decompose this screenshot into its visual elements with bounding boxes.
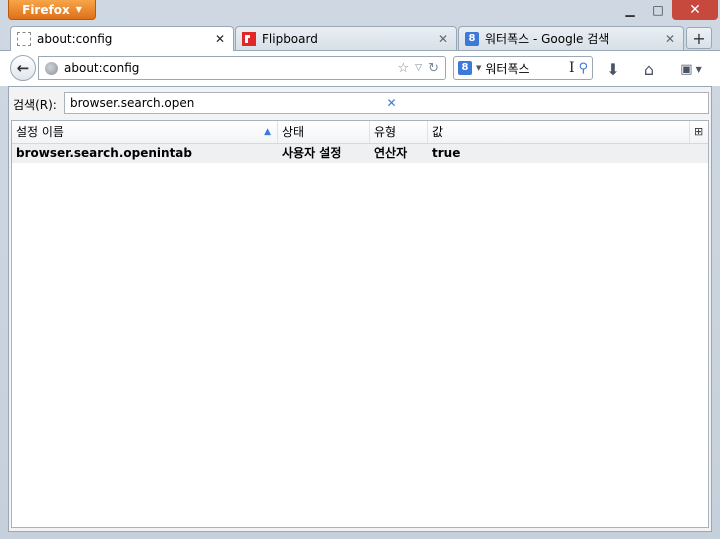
back-button[interactable]: ← xyxy=(10,55,36,81)
new-tab-button[interactable]: + xyxy=(686,27,712,49)
column-header-value[interactable]: 값 xyxy=(428,121,690,143)
history-dropdown-icon[interactable]: ▽ xyxy=(415,63,422,73)
search-bar[interactable]: 8 ▼ 워터폭스 I ⚲ xyxy=(453,56,593,80)
close-window-button[interactable]: ✕ xyxy=(672,0,718,20)
url-bar[interactable]: about:config ☆ ▽ ↻ xyxy=(38,56,446,80)
maximize-button[interactable]: □ xyxy=(644,0,672,20)
clear-filter-icon[interactable]: ✕ xyxy=(387,96,704,110)
google-icon: 8 xyxy=(465,31,479,46)
column-header-type[interactable]: 유형 xyxy=(370,121,428,143)
tab-google-search[interactable]: 8 워터폭스 - Google 검색 ✕ xyxy=(458,26,684,50)
column-label: 상태 xyxy=(282,125,305,139)
globe-icon xyxy=(45,61,58,75)
table-row[interactable]: browser.search.openintab 사용자 설정 연산자 true xyxy=(12,144,708,163)
pref-type: 연산자 xyxy=(374,146,408,160)
browser-window: Firefox ▼ ▁ □ ✕ about:config ✕ Flipboard… xyxy=(0,0,720,539)
tab-close-icon[interactable]: ✕ xyxy=(436,32,450,46)
download-icon: ⬇ xyxy=(606,59,620,79)
tab-close-icon[interactable]: ✕ xyxy=(213,32,227,46)
pref-name: browser.search.openintab xyxy=(16,146,192,160)
back-arrow-icon: ← xyxy=(16,59,30,77)
reload-icon[interactable]: ↻ xyxy=(428,61,439,76)
filter-label: 검색(R): xyxy=(13,98,57,112)
filter-value: browser.search.open xyxy=(70,96,195,110)
magnifier-icon[interactable]: ⚲ xyxy=(578,61,588,76)
column-label: 유형 xyxy=(374,125,397,139)
title-bar: Firefox ▼ ▁ □ ✕ xyxy=(0,0,720,26)
bookmark-star-icon[interactable]: ☆ xyxy=(398,61,410,76)
sort-ascending-icon: ▲ xyxy=(264,127,271,137)
text-cursor-icon: I xyxy=(568,60,575,76)
firefox-menu-label: Firefox xyxy=(22,2,70,17)
search-engine-icon[interactable]: 8 xyxy=(458,61,472,75)
column-picker-icon[interactable]: ⊞ xyxy=(694,125,703,138)
bookmarks-menu-button[interactable]: ▣ ▼ xyxy=(674,58,708,80)
minimize-button[interactable]: ▁ xyxy=(616,0,644,20)
pref-value: true xyxy=(432,146,461,160)
url-text: about:config xyxy=(64,61,140,75)
column-header-status[interactable]: 상태 xyxy=(278,121,370,143)
tab-label: about:config xyxy=(37,32,113,46)
dropdown-caret-icon: ▼ xyxy=(75,5,82,14)
pref-status: 사용자 설정 xyxy=(282,146,342,160)
column-label: 값 xyxy=(432,125,444,139)
about-config-page: 검색(R): browser.search.open ✕ 설정 이름 ▲ 상태 … xyxy=(8,86,712,532)
bookmarks-menu-icon: ▣ xyxy=(680,61,693,77)
table-header: 설정 이름 ▲ 상태 유형 값 ⊞ xyxy=(12,121,708,144)
search-input[interactable]: 워터폭스 xyxy=(485,60,565,77)
minimize-icon: ▁ xyxy=(625,3,635,17)
home-icon: ⌂ xyxy=(643,59,655,79)
downloads-button[interactable]: ⬇ xyxy=(602,58,624,80)
tab-label: 워터폭스 - Google 검색 xyxy=(485,32,610,46)
flipboard-icon xyxy=(242,31,256,46)
tab-flipboard[interactable]: Flipboard ✕ xyxy=(235,26,457,50)
search-engine-dropdown-icon[interactable]: ▼ xyxy=(476,64,481,72)
tab-label: Flipboard xyxy=(262,31,318,46)
dropdown-caret-icon: ▼ xyxy=(695,64,702,74)
column-label: 설정 이름 xyxy=(16,125,64,139)
maximize-icon: □ xyxy=(652,3,664,17)
tab-about-config[interactable]: about:config ✕ xyxy=(10,26,234,51)
column-header-name[interactable]: 설정 이름 ▲ xyxy=(12,121,278,143)
home-button[interactable]: ⌂ xyxy=(638,58,660,80)
plus-icon: + xyxy=(692,28,706,48)
blank-page-icon xyxy=(17,32,31,46)
firefox-menu-button[interactable]: Firefox ▼ xyxy=(8,0,96,20)
preferences-table: 설정 이름 ▲ 상태 유형 값 ⊞ browser.search.openint… xyxy=(11,120,709,528)
navigation-toolbar: about:config ☆ ▽ ↻ ← 8 ▼ 워터폭스 I ⚲ ⬇ ⌂ ▣ … xyxy=(0,50,720,86)
tab-close-icon[interactable]: ✕ xyxy=(663,32,677,46)
filter-input[interactable]: browser.search.open ✕ xyxy=(64,92,709,114)
close-icon: ✕ xyxy=(689,2,701,18)
